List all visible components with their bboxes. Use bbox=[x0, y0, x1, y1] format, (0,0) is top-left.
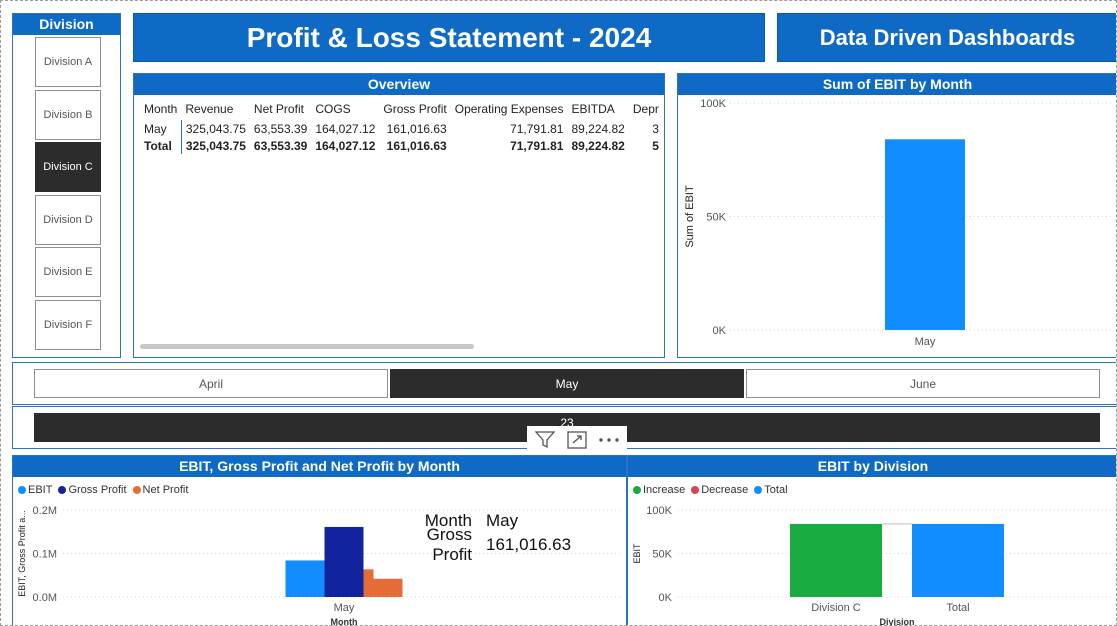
bar-total[interactable] bbox=[912, 523, 1004, 597]
division-slicer: Division Division A Division B Division CD… bbox=[12, 13, 121, 358]
ebit-by-division-chart: EBIT by Division Increase Decrease Total 0… bbox=[627, 455, 1116, 626]
table-cell: Total bbox=[140, 137, 182, 154]
column-header-operating-expenses[interactable]: Operating Expenses bbox=[451, 98, 568, 120]
table-cell: 164,027.12 bbox=[315, 121, 376, 136]
table-cell: 89,224.82 bbox=[571, 121, 625, 136]
y-tick-label: 0K bbox=[659, 592, 673, 604]
chart-tooltip: Month May Gross Profit 161,016.63 bbox=[386, 509, 586, 564]
table-header-row: Month Revenue Net Profit COGS Gross Profit Op… bbox=[140, 98, 660, 120]
month-button-june[interactable]: June bbox=[746, 369, 1100, 398]
report-canvas: Division Division A Division B Division CD… bbox=[0, 0, 1117, 626]
division-button-division-a[interactable]: Division A bbox=[35, 37, 101, 87]
tooltip-metric-value: 161,016.63 bbox=[486, 535, 572, 554]
table-cell: May bbox=[140, 120, 182, 137]
table-total-row: Total 325,043.75 63,553.39 164,027.12 161,01… bbox=[140, 137, 660, 154]
horizontal-scrollbar[interactable] bbox=[140, 344, 474, 349]
y-axis-label: Sum of EBIT bbox=[684, 185, 696, 248]
bar-ebit[interactable] bbox=[285, 560, 325, 597]
y-tick-label: 0K bbox=[713, 325, 727, 337]
column-header-revenue[interactable]: Revenue bbox=[181, 98, 250, 120]
division-slicer-title: Division bbox=[13, 14, 120, 35]
x-tick-label: May bbox=[334, 602, 355, 614]
column-header-net-profit[interactable]: Net Profit bbox=[250, 98, 311, 120]
table-cell: 3 bbox=[652, 121, 659, 136]
table-cell: 63,553.39 bbox=[253, 138, 308, 153]
ebit-by-month-chart: Sum of EBIT by Month 0K 50K 100K Sum of EBI… bbox=[677, 73, 1116, 358]
table-cell: 71,791.81 bbox=[510, 138, 564, 153]
division-button-division-e[interactable]: Division E bbox=[35, 247, 101, 298]
y-tick-label: 50K bbox=[652, 549, 672, 561]
y-tick-label: 100K bbox=[700, 98, 726, 110]
y-tick-label: 0.2M bbox=[33, 505, 57, 517]
y-tick-label: 100K bbox=[646, 505, 672, 517]
x-axis-label: Month bbox=[331, 617, 358, 626]
x-tick-label: May bbox=[915, 336, 936, 348]
division-button-division-b[interactable]: Division B bbox=[35, 89, 101, 140]
bar-division-c[interactable] bbox=[790, 523, 882, 597]
month-button-may[interactable]: May bbox=[390, 369, 744, 398]
table-cell: 89,224.82 bbox=[571, 138, 625, 153]
x-tick-label: Division C bbox=[811, 602, 861, 614]
table-cell: 71,791.81 bbox=[510, 121, 564, 136]
tooltip-metric-key: Gross Profit bbox=[426, 525, 472, 564]
table-cell: 161,016.63 bbox=[386, 138, 447, 153]
ebit-gp-np-title: EBIT, Gross Profit and Net Profit by Mon… bbox=[13, 456, 626, 477]
column-header-depr[interactable]: Depr bbox=[629, 98, 660, 120]
visual-header-toolbar bbox=[527, 426, 627, 454]
division-button-division-c[interactable]: Division C bbox=[35, 142, 101, 193]
y-axis-label: EBIT, Gross Profit a... bbox=[17, 510, 27, 597]
division-button-division-f[interactable]: Division F bbox=[35, 300, 101, 350]
table-cell: 161,016.63 bbox=[386, 121, 447, 136]
column-header-ebitda[interactable]: EBITDA bbox=[567, 98, 628, 120]
filter-icon[interactable] bbox=[532, 428, 558, 452]
ebit-by-month-title: Sum of EBIT by Month bbox=[678, 74, 1116, 95]
x-axis-label: Division bbox=[879, 617, 914, 626]
page-title: Profit & Loss Statement - 2024 bbox=[133, 13, 765, 62]
column-header-gross-profit[interactable]: Gross Profit bbox=[379, 98, 450, 120]
ebit-by-division-title: EBIT by Division bbox=[628, 456, 1116, 477]
column-header-month[interactable]: Month bbox=[140, 98, 181, 120]
table-cell: 325,043.75 bbox=[185, 138, 246, 153]
table-row: May 325,043.75 63,553.39 164,027.12 161,016.… bbox=[140, 120, 660, 137]
tooltip-month-value: May bbox=[486, 511, 519, 530]
brand-banner: Data Driven Dashboards bbox=[777, 13, 1116, 62]
month-button-april[interactable]: April bbox=[34, 369, 388, 398]
bar-may[interactable] bbox=[885, 139, 965, 330]
x-tick-label: Total bbox=[946, 602, 969, 614]
y-tick-label: 50K bbox=[706, 212, 726, 224]
y-tick-label: 0.1M bbox=[33, 549, 57, 561]
y-tick-label: 0.0M bbox=[33, 592, 57, 604]
table-cell: 164,027.12 bbox=[315, 138, 376, 153]
month-slicer: April May June bbox=[12, 362, 1116, 405]
y-axis-label: EBIT bbox=[632, 543, 642, 564]
overview-table: Month Revenue Net Profit COGS Gross Profit Op… bbox=[140, 98, 660, 154]
division-button-division-d[interactable]: Division D bbox=[35, 194, 101, 245]
column-header-cogs[interactable]: COGS bbox=[311, 98, 379, 120]
bar-gross-profit[interactable] bbox=[324, 526, 364, 597]
bar-net-profit[interactable] bbox=[363, 569, 374, 597]
bar-net-profit-step[interactable] bbox=[373, 578, 403, 597]
table-cell: 325,043.75 bbox=[185, 121, 246, 136]
ebit-by-month-plot: 0K 50K 100K Sum of EBIT May bbox=[684, 98, 1114, 348]
overview-table-visual: Overview Month Revenue Net Profit COGS Gross… bbox=[133, 73, 665, 358]
ebit-by-division-plot: 0K 50K 100K EBIT Division C Total Division bbox=[632, 505, 1114, 626]
table-cell: 5 bbox=[652, 138, 659, 153]
table-cell: 63,553.39 bbox=[253, 121, 308, 136]
focus-mode-icon[interactable] bbox=[564, 428, 590, 452]
more-options-icon[interactable] bbox=[596, 428, 622, 452]
